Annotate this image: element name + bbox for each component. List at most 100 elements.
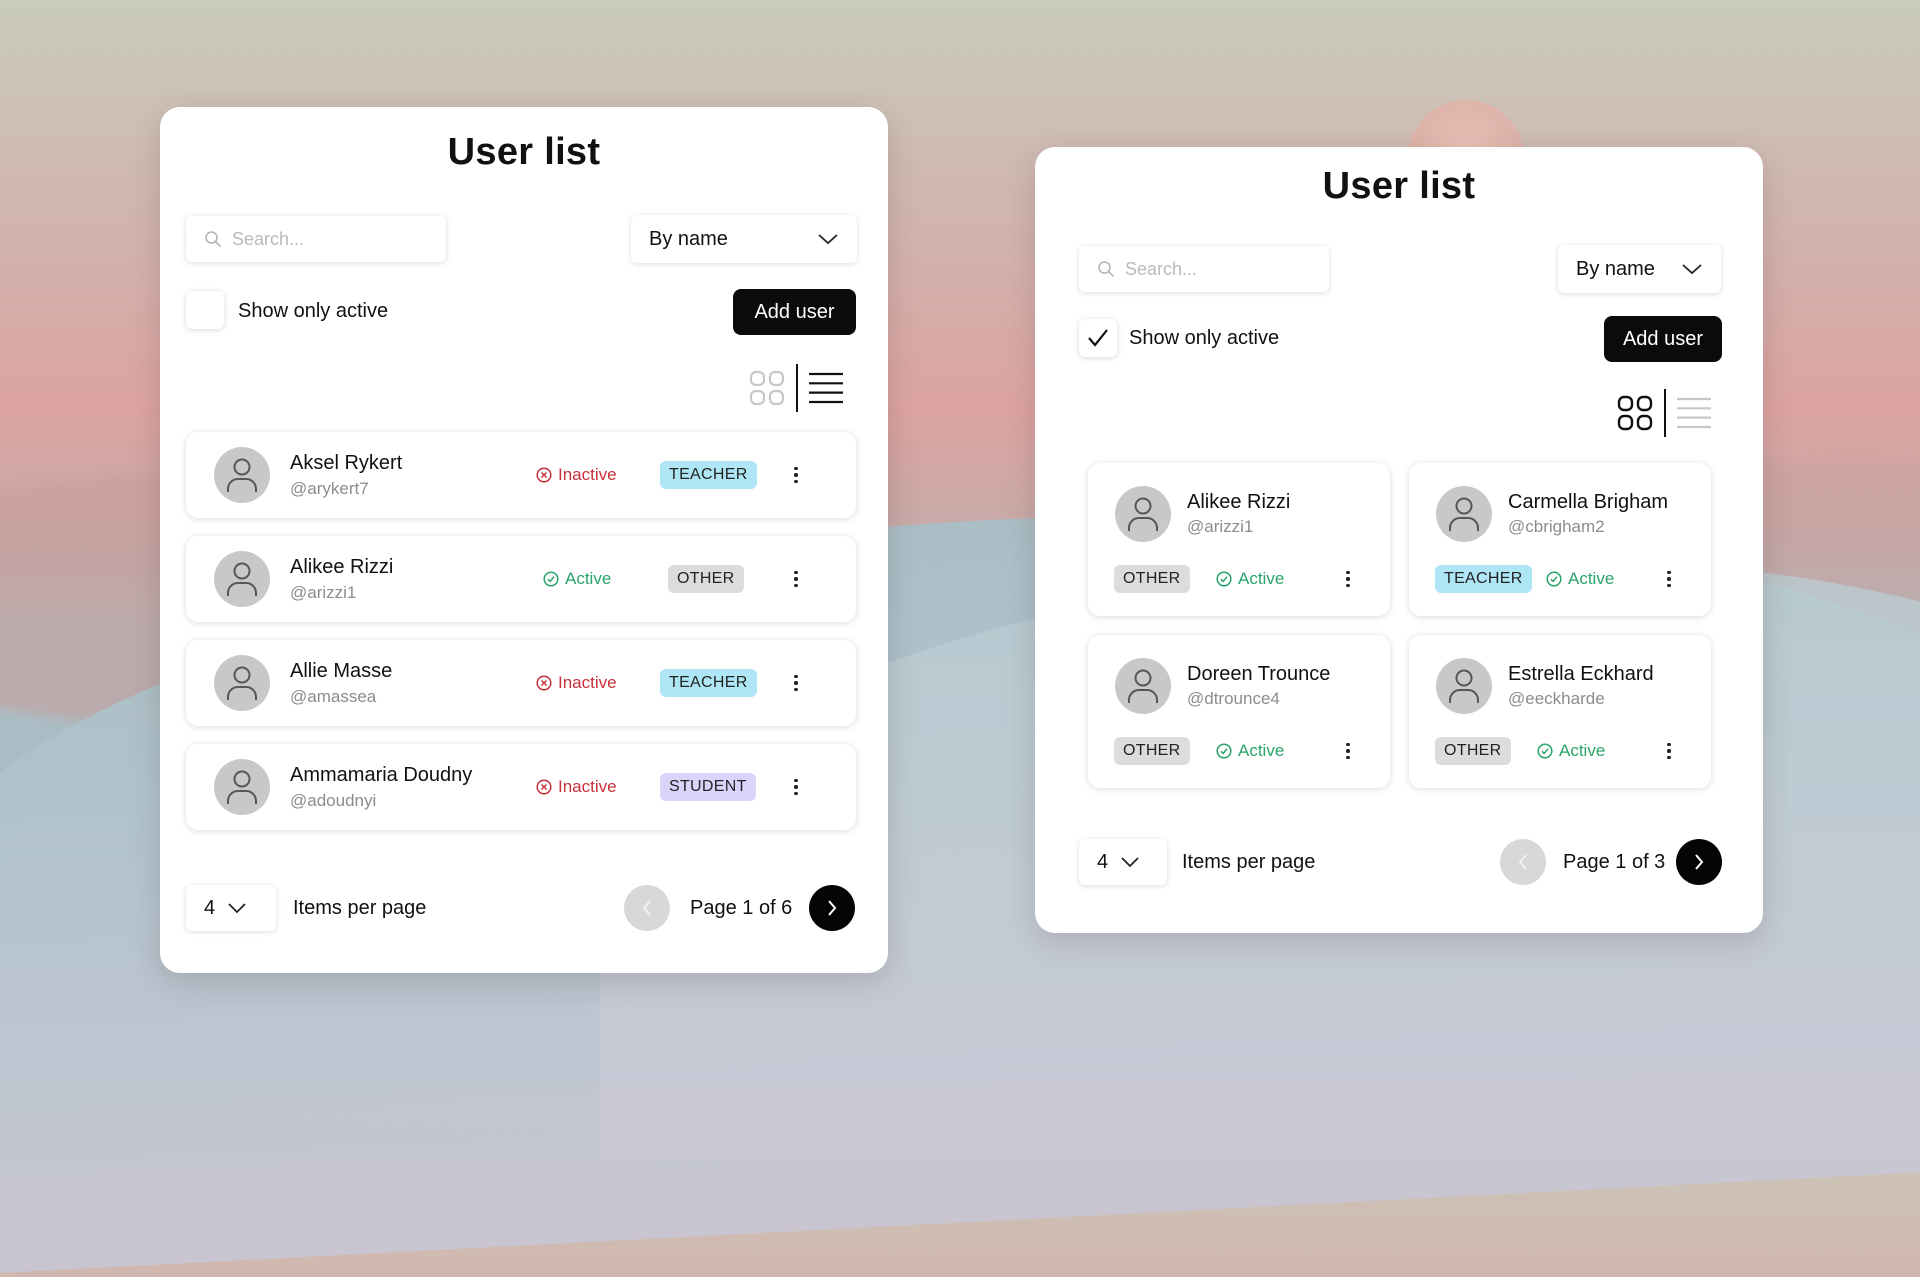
show-only-active-label: Show only active [1129, 327, 1280, 349]
view-toggle-divider [1664, 389, 1666, 437]
avatar [214, 655, 270, 711]
status-badge: Inactive [536, 465, 617, 485]
user-handle: @arykert7 [290, 479, 369, 498]
check-circle-icon [543, 571, 559, 587]
status-badge: Active [1216, 569, 1284, 589]
role-badge: OTHER [1435, 737, 1511, 765]
user-card[interactable]: Carmella Brigham @cbrigham2 TEACHER Acti… [1409, 463, 1711, 616]
more-options-icon[interactable] [784, 460, 808, 490]
add-user-button[interactable]: Add user [733, 289, 856, 335]
avatar [1436, 486, 1492, 542]
role-badge: OTHER [668, 565, 744, 593]
sort-select[interactable]: By name [1558, 245, 1721, 293]
search-input[interactable] [230, 227, 446, 251]
more-options-icon[interactable] [784, 668, 808, 698]
chevron-right-icon [1693, 853, 1705, 871]
chevron-left-icon [1517, 853, 1529, 871]
user-handle: @eeckharde [1508, 689, 1605, 708]
search-box[interactable] [1079, 246, 1329, 292]
user-icon [1128, 497, 1158, 531]
previous-page-button[interactable] [1500, 839, 1546, 885]
sort-select-value: By name [649, 227, 728, 250]
chevron-down-icon [1120, 856, 1140, 868]
user-icon [227, 770, 257, 804]
status-badge: Inactive [536, 777, 617, 797]
sort-select[interactable]: By name [631, 215, 857, 263]
grid-view-icon[interactable] [1616, 394, 1654, 432]
check-circle-icon [1546, 571, 1562, 587]
items-per-page-select[interactable]: 4 [186, 885, 276, 931]
more-options-icon[interactable] [1336, 564, 1360, 594]
role-badge: OTHER [1114, 565, 1190, 593]
show-only-active-checkbox[interactable] [1079, 319, 1117, 357]
user-row[interactable]: Alikee Rizzi @arizzi1 Active OTHER [186, 536, 856, 622]
avatar [1115, 658, 1171, 714]
x-circle-icon [536, 467, 552, 483]
user-name: Doreen Trounce [1187, 663, 1331, 685]
more-options-icon[interactable] [784, 772, 808, 802]
status-badge: Active [1546, 569, 1614, 589]
user-list-panel-grid-view: User list By name Show only active Add u… [1035, 147, 1763, 933]
page-indicator: Page 1 of 3 [1563, 851, 1666, 873]
role-badge: TEACHER [1435, 565, 1532, 593]
show-only-active-label: Show only active [238, 300, 389, 322]
user-name: Allie Masse [290, 660, 393, 682]
x-circle-icon [536, 675, 552, 691]
items-per-page-value: 4 [204, 896, 216, 919]
more-options-icon[interactable] [1336, 736, 1360, 766]
user-card[interactable]: Estrella Eckhard @eeckharde OTHER Active [1409, 635, 1711, 788]
user-icon [227, 458, 257, 492]
items-per-page-label: Items per page [293, 897, 427, 919]
show-only-active-checkbox[interactable] [186, 291, 224, 329]
search-input[interactable] [1123, 257, 1329, 281]
grid-view-icon[interactable] [748, 369, 786, 407]
user-handle: @cbrigham2 [1508, 517, 1605, 536]
next-page-button[interactable] [809, 885, 855, 931]
more-options-icon[interactable] [784, 564, 808, 594]
chevron-down-icon [227, 902, 247, 914]
items-per-page-value: 4 [1097, 850, 1109, 873]
role-badge: TEACHER [660, 461, 757, 489]
user-name: Estrella Eckhard [1508, 663, 1654, 685]
role-badge: OTHER [1114, 737, 1190, 765]
status-text: Active [565, 569, 612, 588]
view-toggle-divider [796, 364, 798, 412]
panel-title: User list [1322, 165, 1476, 207]
search-icon [204, 230, 222, 248]
user-row[interactable]: Allie Masse @amassea Inactive TEACHER [186, 640, 856, 726]
user-handle: @adoudnyi [290, 791, 377, 810]
add-user-button[interactable]: Add user [1604, 316, 1722, 362]
items-per-page-label: Items per page [1182, 851, 1316, 873]
user-icon [227, 666, 257, 700]
items-per-page-select[interactable]: 4 [1079, 839, 1167, 885]
check-circle-icon [1216, 571, 1232, 587]
user-row[interactable]: Aksel Rykert @arykert7 Inactive TEACHER [186, 432, 856, 518]
status-text: Active [1559, 741, 1606, 760]
status-text: Active [1238, 741, 1285, 760]
list-view-icon[interactable] [1676, 396, 1712, 430]
user-handle: @amassea [290, 687, 377, 706]
chevron-down-icon [1681, 262, 1703, 276]
status-badge: Active [543, 569, 611, 589]
more-options-icon[interactable] [1657, 736, 1681, 766]
user-row[interactable]: Ammamaria Doudny @adoudnyi Inactive STUD… [186, 744, 856, 830]
user-icon [1128, 669, 1158, 703]
status-text: Active [1568, 569, 1615, 588]
status-text: Active [1238, 569, 1285, 588]
status-text: Inactive [558, 673, 617, 692]
user-name: Alikee Rizzi [1187, 491, 1291, 513]
search-box[interactable] [186, 216, 446, 262]
previous-page-button[interactable] [624, 885, 670, 931]
user-name: Alikee Rizzi [290, 556, 394, 578]
next-page-button[interactable] [1676, 839, 1722, 885]
user-name: Aksel Rykert [290, 452, 403, 474]
list-view-icon[interactable] [808, 371, 844, 405]
user-icon [1449, 669, 1479, 703]
user-handle: @dtrounce4 [1187, 689, 1280, 708]
user-card[interactable]: Doreen Trounce @dtrounce4 OTHER Active [1088, 635, 1390, 788]
view-toggle [748, 364, 844, 412]
user-icon [1449, 497, 1479, 531]
user-card[interactable]: Alikee Rizzi @arizzi1 OTHER Active [1088, 463, 1390, 616]
more-options-icon[interactable] [1657, 564, 1681, 594]
status-badge: Active [1216, 741, 1284, 761]
